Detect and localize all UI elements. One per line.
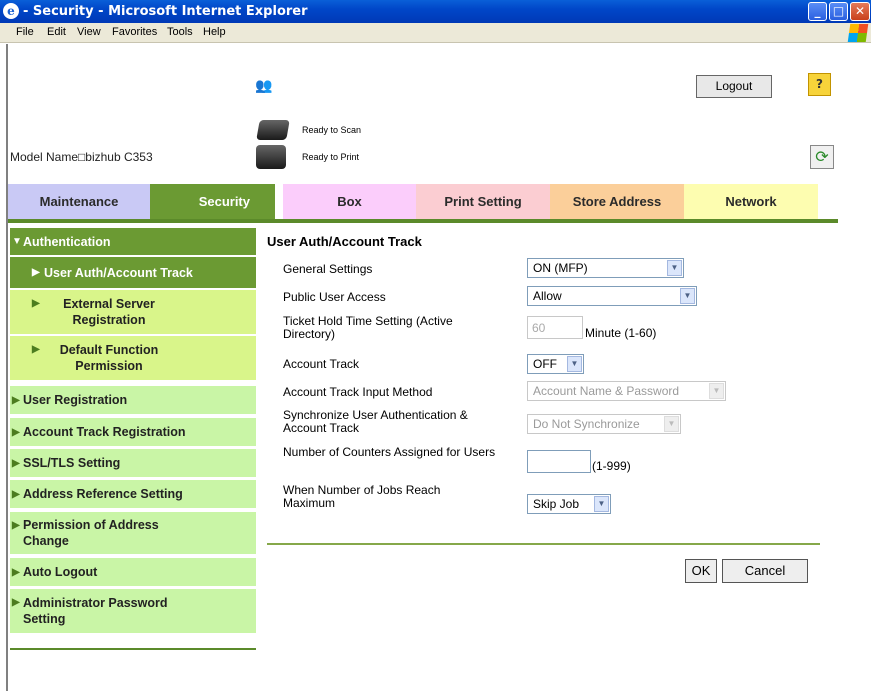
select-value: ON (MFP) [533,261,588,275]
sidebar-item-label: Account Track Registration [23,425,186,439]
menu-favorites[interactable]: Favorites [112,26,157,38]
sidebar-item-label: Permission of Address Change [23,518,159,548]
sidebar-item-user-registration[interactable]: ▶ User Registration [10,386,256,414]
arrow-icon: ▶ [12,394,20,406]
menu-file[interactable]: File [16,26,34,38]
ie-logo-icon: e [3,3,19,19]
chevron-down-icon: ▼ [567,356,582,372]
model-name: Model Name□bizhub C353 [10,150,153,164]
sidebar-item-address-reference[interactable]: ▶ Address Reference Setting [10,480,256,508]
sidebar-item-label: Auto Logout [23,565,98,579]
number-of-counters-input[interactable] [527,450,591,473]
logout-button[interactable]: Logout [696,75,772,98]
window-title: - Security - Microsoft Internet Explorer [23,4,308,19]
sidebar-item-auto-logout[interactable]: ▶ Auto Logout [10,558,256,586]
chevron-down-icon: ▼ [594,496,609,512]
label-account-track: Account Track [283,357,360,371]
administrator-icon: 👥 [255,78,273,94]
jobs-reach-maximum-select[interactable]: Skip Job ▼ [527,494,611,514]
expanded-arrow-icon: ▼ [12,236,22,247]
label-jobs-reach-maximum: When Number of Jobs Reach Maximum [283,483,441,510]
sidebar-item-external-server[interactable]: ▶ External Server Registration [10,290,256,334]
arrow-icon: ▶ [32,298,40,309]
scan-status: Ready to Scan [302,125,362,135]
sidebar-item-permission-address-change[interactable]: ▶ Permission of Address Change [10,512,256,554]
refresh-icon[interactable]: ⟳ [810,145,834,169]
cancel-button[interactable]: Cancel [722,559,808,583]
tab-maintenance[interactable]: Maintenance [8,184,150,219]
account-track-select[interactable]: OFF ▼ [527,354,584,374]
chevron-down-icon: ▼ [667,260,682,276]
printer-icon [256,145,286,169]
account-track-input-method-select[interactable]: Account Name & Password ▼ [527,381,726,401]
sidebar-item-default-function[interactable]: ▶ Default Function Permission [10,336,256,380]
arrow-icon: ▶ [12,566,20,578]
tab-print-setting[interactable]: Print Setting [416,184,550,219]
tab-store-address[interactable]: Store Address [550,184,684,219]
general-settings-select[interactable]: ON (MFP) ▼ [527,258,684,278]
sidebar-item-label: SSL/TLS Setting [23,456,121,470]
ticket-hold-time-input[interactable]: 60 [527,316,583,339]
ok-button[interactable]: OK [685,559,717,583]
minimize-button[interactable]: _ [808,2,827,21]
sidebar-item-label: Administrator Password Setting [23,596,168,626]
label-general-settings: General Settings [283,262,373,276]
menu-edit[interactable]: Edit [47,26,66,38]
help-button[interactable]: ? [808,73,831,96]
sidebar-item-label: Default Function Permission [59,343,159,373]
sidebar-item-label: Authentication [23,234,111,249]
sidebar-item-user-auth[interactable]: ▶ User Auth/Account Track [10,257,256,288]
select-value: Do Not Synchronize [533,417,640,431]
select-value: OFF [533,357,557,371]
menu-bar: File Edit View Favorites Tools Help [0,23,871,43]
print-status: Ready to Print [302,152,360,162]
tab-box[interactable]: Box [283,184,416,219]
sidebar-item-admin-password[interactable]: ▶ Administrator Password Setting [10,589,256,633]
arrow-icon: ▶ [12,426,20,438]
menu-view[interactable]: View [77,26,101,38]
arrow-icon: ▶ [32,267,40,278]
viewport-edge [0,44,8,691]
label-ticket-hold-time: Ticket Hold Time Setting (Active Directo… [283,314,453,341]
arrow-icon: ▶ [12,488,20,500]
arrow-icon: ▶ [32,344,40,355]
sidebar-item-label: User Auth/Account Track [44,265,193,280]
number-of-counters-unit: (1-999) [592,459,631,473]
sidebar-item-authentication[interactable]: ▼ Authentication [10,228,256,255]
menu-tools[interactable]: Tools [167,26,193,38]
close-button[interactable]: ✕ [850,2,870,21]
label-public-user-access: Public User Access [283,290,386,304]
menu-help[interactable]: Help [203,26,226,38]
tab-underline [8,219,838,223]
chevron-down-icon: ▼ [709,383,724,399]
arrow-icon: ▶ [12,457,20,469]
form-divider [267,543,820,545]
maximize-button[interactable]: □ [829,2,848,21]
sidebar-item-ssl-tls[interactable]: ▶ SSL/TLS Setting [10,449,256,477]
chevron-down-icon: ▼ [664,416,679,432]
sidebar-item-label: User Registration [23,393,128,407]
title-bar: e - Security - Microsoft Internet Explor… [0,0,871,23]
sidebar-item-account-track-registration[interactable]: ▶ Account Track Registration [10,418,256,446]
label-synchronize-auth: Synchronize User Authentication & Accoun… [283,408,468,435]
sidebar-divider [10,648,256,650]
ticket-hold-time-unit: Minute (1-60) [585,326,657,340]
arrow-icon: ▶ [12,597,20,608]
select-value: Allow [533,289,562,303]
sidebar-item-label: External Server Registration [63,297,155,327]
select-value: Skip Job [533,497,580,511]
select-value: Account Name & Password [533,384,680,398]
sidebar-item-label: Address Reference Setting [23,487,183,501]
tab-security[interactable]: Security [150,184,275,219]
scanner-icon [256,120,290,140]
label-number-of-counters: Number of Counters Assigned for Users [283,445,496,459]
tab-network[interactable]: Network [684,184,818,219]
chevron-down-icon: ▼ [680,288,695,304]
arrow-icon: ▶ [12,520,20,531]
windows-flag-icon [847,24,869,42]
page-title: User Auth/Account Track [267,234,422,249]
public-user-access-select[interactable]: Allow ▼ [527,286,697,306]
synchronize-auth-select[interactable]: Do Not Synchronize ▼ [527,414,681,434]
label-account-track-input-method: Account Track Input Method [283,385,433,399]
